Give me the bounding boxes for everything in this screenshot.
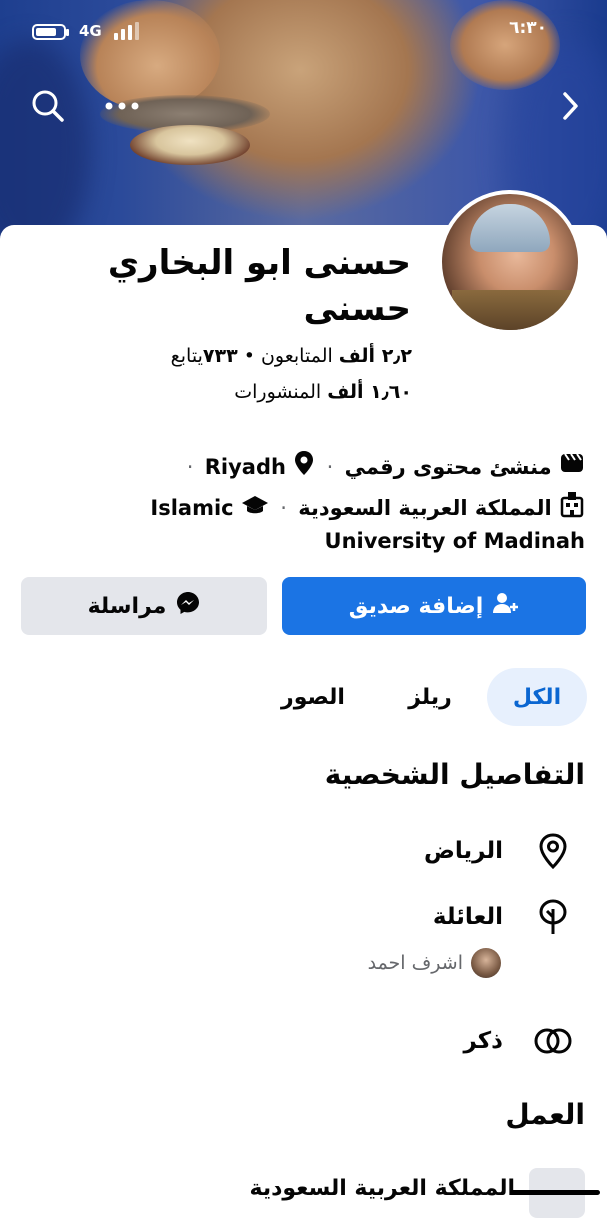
message-button[interactable]: مراسلة — [21, 577, 267, 635]
meta-line-education-cont: University of Madinah — [25, 524, 585, 558]
more-options-icon[interactable] — [102, 86, 142, 126]
detail-location-text: الرياض — [423, 838, 503, 864]
work-title: العمل — [505, 1098, 585, 1131]
city-link[interactable]: Riyadh — [205, 455, 286, 479]
status-bar: 4G ٦:٣٠ — [0, 0, 607, 60]
detail-family-text: العائلة — [432, 904, 503, 930]
followers-following-line[interactable]: ٢٫٢ ألف المتابعون • ٧٣٣يتابع — [12, 338, 412, 374]
location-outline-icon — [529, 833, 577, 869]
add-friend-button[interactable]: إضافة صديق — [282, 577, 586, 635]
detail-family: العائلة — [17, 892, 577, 942]
posts-label: المنشورات — [234, 381, 328, 403]
cover-face-mouth — [130, 125, 250, 165]
detail-gender-text: ذكر — [463, 1028, 504, 1054]
profile-name-line1: حسنى ابو البخاري — [107, 243, 411, 283]
detail-location: الرياض — [17, 826, 577, 876]
message-label: مراسلة — [87, 593, 167, 619]
family-member-avatar — [471, 948, 501, 978]
work-item[interactable]: المملكة العربية السعودية — [25, 1168, 585, 1218]
country-link[interactable]: المملكة العربية السعودية — [298, 496, 551, 520]
home-indicator — [510, 1190, 600, 1195]
search-icon[interactable] — [28, 86, 68, 126]
followers-unit: ألف — [338, 345, 376, 367]
buildings-icon — [559, 490, 585, 528]
profile-name: حسنى ابو البخاري حسنى — [71, 240, 411, 332]
signal-icon — [114, 22, 142, 40]
battery-icon — [32, 24, 69, 40]
tab-all[interactable]: الكل — [487, 668, 587, 726]
meta-line-role: منشئ محتوى رقمي · Riyadh · — [25, 450, 585, 486]
back-chevron-icon[interactable] — [552, 86, 588, 126]
cover-shade-left — [0, 40, 90, 250]
followers-count: ٢٫٢ — [375, 345, 412, 367]
profile-name-line2: حسنى — [303, 289, 411, 329]
gender-rings-icon — [529, 1026, 577, 1056]
family-member[interactable]: اشرف احمد — [368, 948, 501, 978]
network-type: 4G — [79, 22, 102, 40]
video-creator-icon — [559, 451, 585, 485]
personal-details-title: التفاصيل الشخصية — [324, 758, 585, 791]
detail-gender: ذكر — [17, 1016, 577, 1066]
following-count: ٧٣٣ — [202, 345, 238, 367]
profile-stats: ٢٫٢ ألف المتابعون • ٧٣٣يتابع ١٫٦٠ ألف ال… — [12, 338, 412, 410]
work-item-text: المملكة العربية السعودية — [249, 1176, 515, 1201]
family-tree-icon — [529, 899, 577, 935]
posts-count: ١٫٦٠ — [363, 381, 412, 403]
meta-line-location: المملكة العربية السعودية · Islamic — [25, 490, 585, 528]
family-member-name: اشرف احمد — [367, 952, 463, 974]
graduation-cap-icon — [241, 492, 269, 526]
education-link[interactable]: Islamic — [150, 496, 233, 520]
messenger-icon — [176, 591, 200, 621]
top-nav — [0, 80, 607, 130]
posts-line[interactable]: ١٫٦٠ ألف المنشورات — [12, 374, 412, 410]
tab-photos[interactable]: الصور — [258, 668, 368, 726]
clock: ٦:٣٠ — [509, 18, 547, 38]
posts-unit: ألف — [327, 381, 364, 403]
tab-reels[interactable]: ريلز — [385, 668, 475, 726]
add-person-icon — [493, 591, 519, 621]
following-label: يتابع — [170, 345, 203, 367]
followers-label: المتابعون • — [237, 345, 339, 367]
education-link-cont[interactable]: University of Madinah — [325, 529, 585, 553]
creator-role: منشئ محتوى رقمي — [344, 455, 552, 479]
location-pin-icon — [293, 450, 315, 486]
add-friend-label: إضافة صديق — [348, 593, 484, 619]
profile-avatar[interactable] — [438, 190, 582, 334]
